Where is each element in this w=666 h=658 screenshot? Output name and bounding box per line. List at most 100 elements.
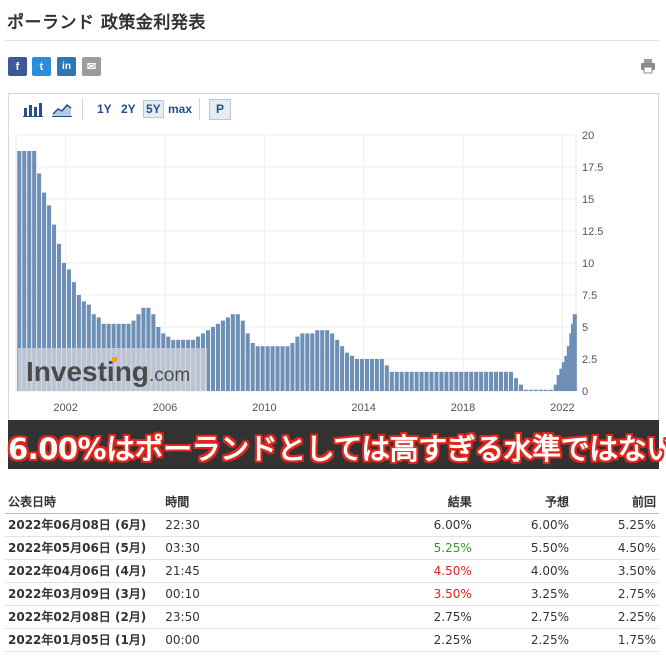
chart-bar <box>434 371 439 391</box>
caption-banner: 6.00%はポーランドとしては高すぎる水準ではない <box>8 420 666 469</box>
banner-text: 6.00%はポーランドとしては高すぎる水準ではない <box>8 432 666 466</box>
chart-bar <box>508 371 514 391</box>
row-forecast: 4.00% <box>474 559 573 583</box>
chart-bar <box>439 371 444 391</box>
email-share-button[interactable]: ✉ <box>82 57 101 76</box>
chart-bar <box>459 371 464 391</box>
row-previous: 4.50% <box>572 536 659 560</box>
chart-bar <box>409 371 414 391</box>
chart-bar <box>394 371 399 391</box>
chart-bar <box>230 314 235 391</box>
row-forecast: 2.75% <box>474 605 573 629</box>
row-date: 2022年02月08日 (2月) <box>5 605 163 629</box>
chart-bar <box>469 371 474 391</box>
chart-bar <box>499 371 504 391</box>
chart-bar <box>528 389 533 391</box>
chart-bar <box>330 333 335 391</box>
chart-bar <box>335 339 340 391</box>
row-forecast: 2.25% <box>474 628 573 652</box>
print-icon[interactable] <box>640 58 656 74</box>
chart-bar <box>265 346 270 391</box>
chart-bar <box>290 343 295 391</box>
chart-bar <box>285 346 290 391</box>
y-tick-label: 17.5 <box>582 162 603 174</box>
row-forecast: 3.25% <box>474 582 573 606</box>
table-row: 2022年03月09日 (3月) 00:10 3.50% 3.25% 2.75% <box>5 582 659 606</box>
chart-bar <box>474 371 479 391</box>
chart-bar <box>250 343 255 391</box>
y-tick-label: 5 <box>582 322 588 334</box>
watermark-dot <box>112 357 117 362</box>
row-actual: 3.50% <box>327 582 475 606</box>
x-tick-label: 2010 <box>252 402 276 414</box>
table-row: 2022年01月05日 (1月) 00:00 2.25% 2.25% 1.75% <box>5 628 659 652</box>
linkedin-share-button[interactable]: in <box>57 57 76 76</box>
chart-bar <box>523 389 528 391</box>
chart-bar <box>270 346 275 391</box>
chart-bar <box>354 359 360 391</box>
chart-bar <box>533 389 538 391</box>
chart-bar <box>449 371 454 391</box>
row-time: 22:30 <box>162 513 328 537</box>
chart-bar <box>489 371 494 391</box>
y-tick-label: 12.5 <box>582 226 603 238</box>
row-date: 2022年01月05日 (1月) <box>5 628 163 652</box>
watermark-brand: Investing <box>26 356 149 387</box>
chart-bar <box>384 365 389 391</box>
chart-bar <box>419 371 424 391</box>
investing-watermark: Investing .com <box>18 348 207 391</box>
chart-bar <box>260 346 265 391</box>
chart-bar <box>225 317 230 391</box>
rate-history-table: 公表日時 時間 結果 予想 前回 2022年06月08日 (6月) 22:30 6.… <box>5 491 659 652</box>
chart-bar <box>345 352 350 391</box>
facebook-share-button[interactable]: f <box>8 57 27 76</box>
row-previous: 5.25% <box>572 513 659 537</box>
chart-bar <box>340 346 345 391</box>
table-row: 2022年04月06日 (4月) 21:45 4.50% 4.00% 3.50% <box>5 559 659 583</box>
row-actual: 5.25% <box>327 536 475 560</box>
chart-bar <box>538 389 543 391</box>
chart-bar <box>315 330 320 391</box>
x-tick-label: 2018 <box>451 402 475 414</box>
chart-bar <box>548 389 553 391</box>
chart-bar <box>295 336 300 391</box>
chart-bar <box>325 330 330 391</box>
policy-rate-bar-chart: 02.557.51012.51517.520 2002 2006 2010 2014 2… <box>15 130 603 414</box>
row-time: 23:50 <box>162 605 328 629</box>
chart-bar <box>389 371 394 391</box>
y-tick-label: 20 <box>582 130 594 142</box>
chart-bar <box>429 371 434 391</box>
chart-bar <box>374 359 379 391</box>
chart-bar <box>424 371 429 391</box>
chart-bar <box>464 371 469 391</box>
chart-bar <box>404 371 409 391</box>
chart-bar <box>215 323 220 391</box>
chart-bar <box>399 371 404 391</box>
chart-bar <box>414 371 419 391</box>
row-time: 00:10 <box>162 582 328 606</box>
header-previous: 前回 <box>572 491 659 514</box>
chart-bar <box>513 378 518 391</box>
header-time: 時間 <box>162 491 328 514</box>
chart-bar <box>220 320 225 391</box>
twitter-share-button[interactable]: t <box>32 57 51 76</box>
chart-bar <box>300 333 305 391</box>
chart-bar <box>369 359 374 391</box>
y-tick-label: 0 <box>582 386 588 398</box>
chart-bar <box>305 333 310 391</box>
row-date: 2022年03月09日 (3月) <box>5 582 163 606</box>
table-row: 2022年06月08日 (6月) 22:30 6.00% 6.00% 5.25% <box>5 513 659 537</box>
row-forecast: 6.00% <box>474 513 573 537</box>
chart-bar <box>350 355 355 391</box>
table-row: 2022年05月06日 (5月) 03:30 5.25% 5.50% 4.50% <box>5 536 659 560</box>
row-actual: 2.25% <box>327 628 475 652</box>
row-date: 2022年04月06日 (4月) <box>5 559 163 583</box>
chart-bar <box>518 384 523 391</box>
row-actual: 2.75% <box>327 605 475 629</box>
chart-bar <box>235 314 240 391</box>
chart-bar <box>454 371 459 391</box>
chart-bar <box>364 359 369 391</box>
watermark-suffix: .com <box>149 365 190 386</box>
x-axis-ticks: 2002 2006 2010 2014 2018 2022 <box>53 402 574 414</box>
row-date: 2022年05月06日 (5月) <box>5 536 163 560</box>
